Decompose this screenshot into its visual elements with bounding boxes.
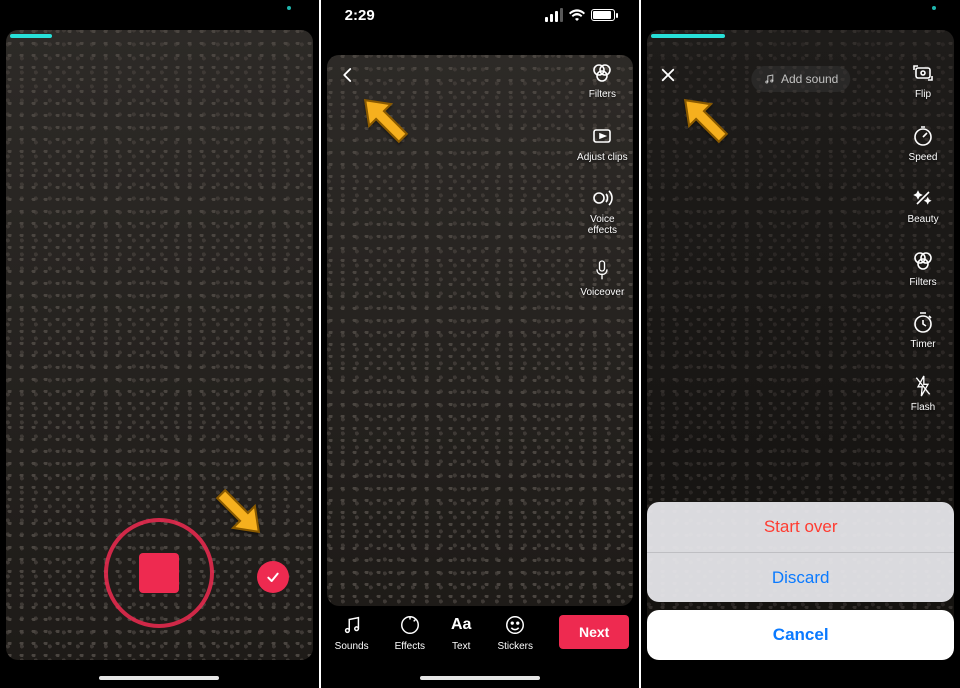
action-sheet: Start over Discard Cancel: [647, 502, 954, 660]
voiceover-icon: [592, 259, 612, 283]
bottom-label: Stickers: [497, 641, 533, 652]
stop-icon: [139, 553, 179, 593]
notification-dot: [287, 6, 291, 10]
next-button[interactable]: Next: [559, 615, 629, 649]
tool-label: Filters: [589, 90, 616, 101]
edit-bottom-bar: Sounds Effects Aa Text Stickers Next: [321, 604, 640, 660]
annotation-arrow: [669, 84, 739, 154]
annotation-arrow: [205, 478, 275, 548]
confirm-button[interactable]: [257, 561, 289, 593]
tool-filters[interactable]: Filters: [896, 248, 950, 289]
effects-icon: [399, 614, 421, 636]
tool-label: Speed: [909, 153, 938, 164]
bottom-label: Sounds: [335, 641, 369, 652]
music-icon: [763, 73, 775, 85]
add-sound-button[interactable]: Add sound: [751, 66, 850, 92]
signal-icon: [545, 8, 563, 22]
home-indicator[interactable]: [420, 676, 540, 680]
notification-dot: [932, 6, 936, 10]
flip-icon: [911, 61, 935, 85]
check-icon: [265, 569, 281, 585]
home-indicator[interactable]: [99, 676, 219, 680]
stop-record-button[interactable]: [104, 518, 214, 628]
beauty-icon: [911, 186, 935, 210]
battery-icon: [591, 9, 615, 21]
adjust-clips-icon: [590, 124, 614, 148]
bottom-sounds[interactable]: Sounds: [335, 613, 369, 652]
text-icon: Aa: [451, 613, 471, 637]
bottom-effects[interactable]: Effects: [395, 613, 425, 652]
panel-discard: Add sound Flip Speed Beauty Filters: [641, 0, 960, 688]
voice-effects-icon: [590, 186, 614, 210]
next-label: Next: [579, 624, 609, 640]
tool-adjust-clips[interactable]: Adjust clips: [575, 123, 629, 164]
tool-speed[interactable]: Speed: [896, 123, 950, 164]
music-icon: [341, 614, 363, 636]
bottom-text[interactable]: Aa Text: [451, 613, 471, 652]
timer-icon: [911, 311, 935, 335]
cancel-button[interactable]: Cancel: [647, 610, 954, 660]
add-sound-label: Add sound: [781, 72, 838, 86]
recording-progress: [651, 34, 725, 38]
home-indicator[interactable]: [741, 676, 861, 680]
discard-button[interactable]: Discard: [647, 552, 954, 602]
tool-label: Voice effects: [588, 215, 617, 236]
panel-recording: [0, 0, 319, 688]
camera-side-tools: Flip Speed Beauty Filters Timer Flash: [896, 60, 950, 413]
bottom-label: Text: [452, 641, 470, 652]
panel-edit: 2:29 Filters Adjust clips Voice effec: [321, 0, 640, 688]
filters-icon: [911, 249, 935, 273]
recording-progress: [10, 34, 52, 38]
chevron-left-icon: [339, 66, 357, 84]
flash-off-icon: [913, 374, 933, 398]
bottom-stickers[interactable]: Stickers: [497, 613, 533, 652]
tool-flip[interactable]: Flip: [896, 60, 950, 101]
tool-label: Timer: [910, 340, 935, 351]
wifi-icon: [569, 9, 585, 21]
status-bar: 2:29: [321, 0, 640, 30]
tool-label: Filters: [909, 278, 936, 289]
close-icon: [659, 66, 677, 84]
tool-timer[interactable]: Timer: [896, 310, 950, 351]
bottom-label: Effects: [395, 641, 425, 652]
tool-label: Adjust clips: [577, 153, 628, 164]
edit-side-tools: Filters Adjust clips Voice effects Voice…: [575, 60, 629, 299]
annotation-arrow: [349, 84, 419, 154]
tool-label: Flash: [911, 403, 935, 414]
tool-label: Beauty: [907, 215, 938, 226]
action-sheet-options: Start over Discard: [647, 502, 954, 602]
tool-flash[interactable]: Flash: [896, 373, 950, 414]
tool-voiceover[interactable]: Voiceover: [575, 258, 629, 299]
tool-label: Voiceover: [580, 288, 624, 299]
stickers-icon: [504, 614, 526, 636]
tool-beauty[interactable]: Beauty: [896, 185, 950, 226]
action-sheet-cancel: Cancel: [647, 610, 954, 660]
tool-label: Flip: [915, 90, 931, 101]
tool-voice-effects[interactable]: Voice effects: [575, 185, 629, 236]
start-over-button[interactable]: Start over: [647, 502, 954, 552]
speed-icon: [911, 124, 935, 148]
filters-icon: [590, 61, 614, 85]
tool-filters[interactable]: Filters: [575, 60, 629, 101]
status-time: 2:29: [345, 7, 375, 24]
